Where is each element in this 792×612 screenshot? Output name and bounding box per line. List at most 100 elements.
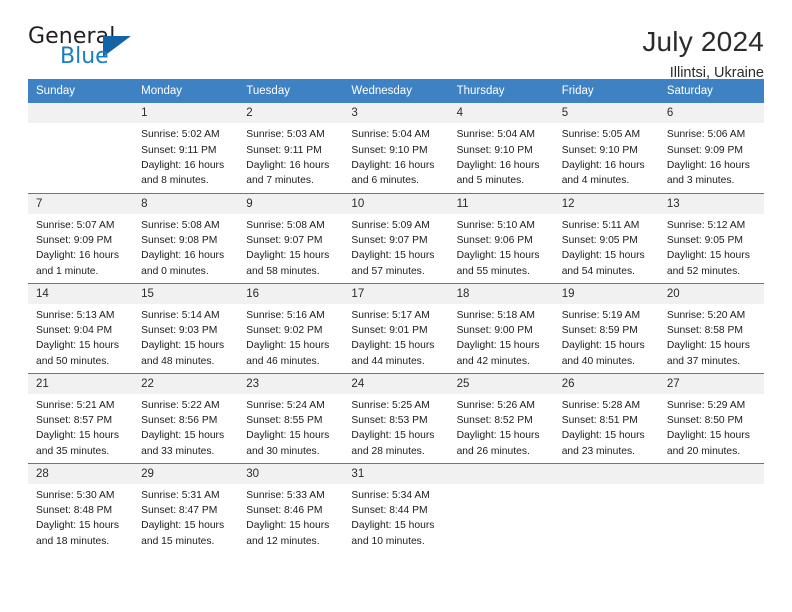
day-detail-line: Sunset: 8:52 PM — [456, 415, 533, 427]
day-cell-inner: 23 Sunrise: 5:24 AM Sunset: 8:55 PM Dayligh… — [238, 373, 344, 463]
day-cell-inner: 13 Sunrise: 5:12 AM Sunset: 9:05 PM Dayligh… — [658, 193, 764, 283]
day-cell-inner: 16 Sunrise: 5:16 AM Sunset: 9:02 PM Dayligh… — [238, 283, 344, 373]
day-detail-line: Sunset: 9:01 PM — [351, 325, 428, 337]
calendar-day-cell[interactable]: 28 Sunrise: 5:30 AM Sunset: 8:48 PM Dayligh… — [28, 462, 134, 553]
calendar-day-cell[interactable]: 31 Sunrise: 5:34 AM Sunset: 8:44 PM Dayligh… — [343, 462, 449, 553]
calendar-day-cell[interactable]: 12 Sunrise: 5:11 AM Sunset: 9:05 PM Dayligh… — [553, 192, 659, 283]
calendar-day-cell[interactable]: 23 Sunrise: 5:24 AM Sunset: 8:55 PM Dayligh… — [238, 372, 344, 463]
calendar-day-cell[interactable]: 13 Sunrise: 5:12 AM Sunset: 9:05 PM Dayligh… — [658, 192, 764, 283]
day-cell-inner: 22 Sunrise: 5:22 AM Sunset: 8:56 PM Dayligh… — [133, 373, 239, 463]
calendar-day-cell[interactable]: 30 Sunrise: 5:33 AM Sunset: 8:46 PM Dayligh… — [238, 462, 344, 554]
day-details: Sunrise: 5:19 AM Sunset: 8:59 PM Daylight:… — [554, 304, 659, 369]
day-detail-line: and 37 minutes. — [666, 355, 741, 367]
calendar-day-cell[interactable]: 15 Sunrise: 5:14 AM Sunset: 9:03 PM Dayligh… — [133, 282, 239, 373]
day-detail-line: and 28 minutes. — [351, 445, 425, 457]
day-detail-line: and 57 minutes. — [351, 265, 425, 277]
day-detail-line: Sunrise: 5:17 AM — [351, 309, 430, 321]
day-detail-line: Sunrise: 5:20 AM — [666, 309, 746, 321]
day-detail-line: Sunset: 9:08 PM — [141, 235, 218, 247]
calendar-day-cell[interactable]: 4 Sunrise: 5:04 AM Sunset: 9:10 PM Daylight… — [448, 103, 554, 193]
day-number — [28, 103, 134, 124]
day-number: 13 — [658, 193, 764, 214]
day-detail-line: Sunrise: 5:06 AM — [666, 129, 746, 141]
day-detail-line: Sunrise: 5:30 AM — [36, 489, 115, 501]
day-detail-line: and 26 minutes. — [456, 445, 530, 457]
day-detail-line: Daylight: 15 hours — [246, 520, 330, 532]
day-detail-line: and 1 minute. — [36, 265, 99, 277]
calendar-day-cell[interactable]: 17 Sunrise: 5:17 AM Sunset: 9:01 PM Dayligh… — [343, 282, 449, 373]
day-detail-line: Sunset: 8:46 PM — [246, 505, 323, 517]
day-details: Sunrise: 5:02 AM Sunset: 9:11 PM Daylight:… — [133, 123, 238, 188]
calendar-day-cell[interactable]: 7 Sunrise: 5:07 AM Sunset: 9:09 PM Daylight… — [28, 192, 134, 283]
day-detail-line: and 0 minutes. — [141, 265, 209, 277]
day-cell-inner: 6 Sunrise: 5:06 AM Sunset: 9:09 PM Daylight… — [658, 103, 764, 193]
day-detail-line: Sunrise: 5:28 AM — [561, 399, 641, 411]
calendar-day-cell[interactable]: 3 Sunrise: 5:04 AM Sunset: 9:10 PM Daylight… — [343, 103, 449, 193]
calendar-day-cell[interactable]: 21 Sunrise: 5:21 AM Sunset: 8:57 PM Dayligh… — [28, 372, 134, 463]
day-details: Sunrise: 5:18 AM Sunset: 9:00 PM Daylight:… — [449, 304, 554, 369]
day-detail-line: Sunrise: 5:21 AM — [36, 399, 115, 411]
calendar-day-cell[interactable]: 16 Sunrise: 5:16 AM Sunset: 9:02 PM Dayligh… — [238, 282, 344, 373]
day-cell-inner: 24 Sunrise: 5:25 AM Sunset: 8:53 PM Dayligh… — [343, 373, 449, 463]
day-detail-line: Sunset: 8:51 PM — [561, 415, 638, 427]
day-number: 1 — [133, 103, 239, 124]
day-cell-inner: 30 Sunrise: 5:33 AM Sunset: 8:46 PM Dayligh… — [238, 463, 344, 554]
calendar-day-cell[interactable]: 8 Sunrise: 5:08 AM Sunset: 9:08 PM Daylight… — [133, 192, 239, 283]
calendar-day-cell[interactable]: 26 Sunrise: 5:28 AM Sunset: 8:51 PM Dayligh… — [553, 372, 659, 463]
day-details: Sunrise: 5:28 AM Sunset: 8:51 PM Daylight:… — [554, 394, 659, 459]
day-detail-line: and 48 minutes. — [141, 355, 215, 367]
day-details: Sunrise: 5:34 AM Sunset: 8:44 PM Daylight:… — [343, 484, 448, 549]
day-cell-inner: 2 Sunrise: 5:03 AM Sunset: 9:11 PM Daylight… — [238, 103, 344, 193]
day-detail-line: Sunrise: 5:02 AM — [141, 129, 220, 141]
calendar-day-cell[interactable]: 1 Sunrise: 5:02 AM Sunset: 9:11 PM Daylight… — [133, 103, 239, 193]
day-cell-inner: 5 Sunrise: 5:05 AM Sunset: 9:10 PM Daylight… — [553, 103, 659, 193]
calendar-day-cell[interactable]: 2 Sunrise: 5:03 AM Sunset: 9:11 PM Daylight… — [238, 103, 344, 193]
calendar-day-cell[interactable]: 29 Sunrise: 5:31 AM Sunset: 8:47 PM Dayligh… — [133, 462, 239, 553]
calendar-day-cell[interactable]: 6 Sunrise: 5:06 AM Sunset: 9:09 PM Daylight… — [658, 103, 764, 193]
weekday-header-sunday: Sunday — [28, 79, 134, 103]
calendar-day-cell[interactable]: 5 Sunrise: 5:05 AM Sunset: 9:10 PM Daylight… — [553, 103, 659, 193]
calendar-day-cell[interactable]: 24 Sunrise: 5:25 AM Sunset: 8:53 PM Dayligh… — [343, 372, 449, 463]
day-detail-line: and 40 minutes. — [561, 355, 635, 367]
day-number: 22 — [133, 373, 239, 394]
day-detail-line: Sunrise: 5:08 AM — [141, 219, 220, 231]
day-detail-line: Daylight: 16 hours — [141, 250, 225, 262]
day-details: Sunrise: 5:07 AM Sunset: 9:09 PM Daylight:… — [28, 214, 133, 279]
page-header: General Blue July 2024 Illintsi, Ukraine — [28, 0, 764, 82]
day-cell-inner: 12 Sunrise: 5:11 AM Sunset: 9:05 PM Dayligh… — [553, 193, 659, 283]
day-number: 30 — [238, 463, 344, 484]
day-details: Sunrise: 5:11 AM Sunset: 9:05 PM Daylight:… — [554, 214, 659, 279]
day-cell-inner: 1 Sunrise: 5:02 AM Sunset: 9:11 PM Daylight… — [133, 103, 239, 193]
calendar-day-cell[interactable]: 20 Sunrise: 5:20 AM Sunset: 8:58 PM Dayligh… — [658, 282, 764, 373]
day-detail-line: Daylight: 16 hours — [246, 159, 330, 171]
day-detail-line: Sunrise: 5:12 AM — [666, 219, 746, 231]
day-detail-line: and 35 minutes. — [36, 445, 110, 457]
calendar-day-cell[interactable]: 11 Sunrise: 5:10 AM Sunset: 9:06 PM Dayligh… — [448, 192, 554, 283]
day-detail-line: Sunrise: 5:24 AM — [246, 399, 325, 411]
day-detail-line: Sunset: 8:57 PM — [36, 415, 113, 427]
day-detail-line: Daylight: 16 hours — [351, 159, 435, 171]
day-detail-line: Sunrise: 5:03 AM — [246, 129, 325, 141]
calendar-day-cell[interactable]: 27 Sunrise: 5:29 AM Sunset: 8:50 PM Dayligh… — [658, 372, 764, 463]
calendar-day-cell[interactable]: 25 Sunrise: 5:26 AM Sunset: 8:52 PM Dayligh… — [448, 372, 554, 463]
calendar-day-cell[interactable]: 22 Sunrise: 5:22 AM Sunset: 8:56 PM Dayligh… — [133, 372, 239, 463]
day-detail-line: Sunset: 9:10 PM — [351, 144, 428, 156]
calendar-day-cell[interactable]: 18 Sunrise: 5:18 AM Sunset: 9:00 PM Dayligh… — [448, 282, 554, 373]
day-details: Sunrise: 5:05 AM Sunset: 9:10 PM Daylight:… — [554, 123, 659, 188]
day-cell-inner: 14 Sunrise: 5:13 AM Sunset: 9:04 PM Dayligh… — [28, 283, 134, 373]
calendar-day-cell[interactable]: 14 Sunrise: 5:13 AM Sunset: 9:04 PM Dayligh… — [28, 282, 134, 373]
day-details: Sunrise: 5:04 AM Sunset: 9:10 PM Daylight:… — [343, 123, 448, 188]
day-detail-line: Sunset: 9:10 PM — [561, 144, 638, 156]
day-detail-line: Sunrise: 5:29 AM — [666, 399, 746, 411]
weekday-header-wednesday: Wednesday — [343, 79, 449, 103]
calendar-day-cell[interactable]: 19 Sunrise: 5:19 AM Sunset: 8:59 PM Dayligh… — [553, 282, 659, 373]
day-detail-line: Sunset: 8:53 PM — [351, 415, 428, 427]
day-number — [553, 463, 659, 484]
calendar-day-cell[interactable]: 9 Sunrise: 5:08 AM Sunset: 9:07 PM Daylight… — [238, 192, 344, 283]
logo-text-blue: Blue — [60, 44, 109, 69]
day-detail-line: Sunrise: 5:26 AM — [456, 399, 535, 411]
day-details: Sunrise: 5:30 AM Sunset: 8:48 PM Daylight:… — [28, 484, 133, 549]
day-number: 23 — [238, 373, 344, 394]
day-detail-line: Daylight: 16 hours — [666, 159, 750, 171]
calendar-day-cell[interactable]: 10 Sunrise: 5:09 AM Sunset: 9:07 PM Dayligh… — [343, 192, 449, 283]
